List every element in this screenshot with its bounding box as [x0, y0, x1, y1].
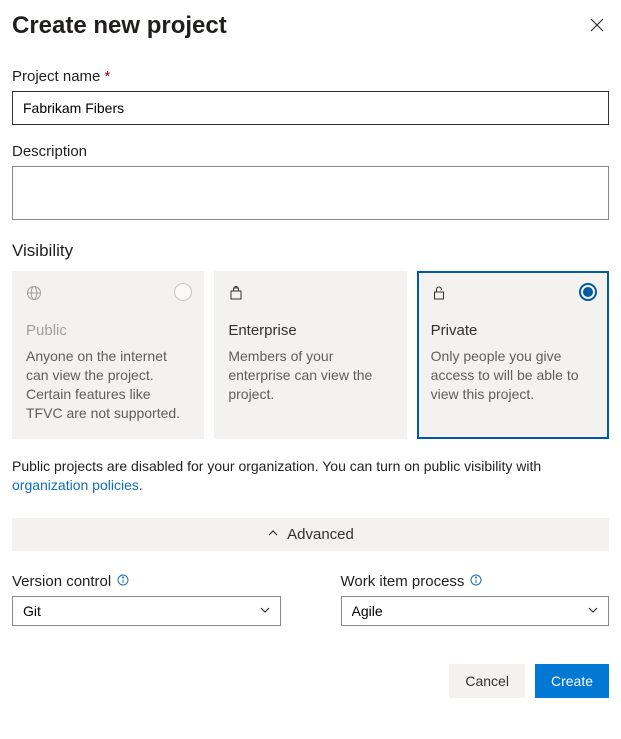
visibility-label: Visibility	[12, 241, 609, 261]
organization-policies-link[interactable]: organization policies	[12, 477, 139, 493]
visibility-card-public: Public Anyone on the internet can view t…	[12, 271, 204, 439]
info-icon[interactable]	[117, 573, 129, 590]
advanced-fields: Version control Git Work item process	[12, 573, 609, 626]
advanced-label: Advanced	[287, 526, 354, 543]
visibility-section: Visibility Public Anyone on the internet…	[12, 241, 609, 496]
dialog-header: Create new project	[12, 12, 609, 40]
project-name-group: Project name *	[12, 68, 609, 125]
version-control-group: Version control Git	[12, 573, 281, 626]
close-button[interactable]	[585, 14, 609, 38]
create-button[interactable]: Create	[535, 664, 609, 698]
globe-icon	[26, 285, 190, 304]
advanced-toggle[interactable]: Advanced	[12, 518, 609, 551]
visibility-card-title: Public	[26, 322, 190, 339]
dialog-title: Create new project	[12, 12, 227, 40]
visibility-card-desc: Anyone on the internet can view the proj…	[26, 347, 190, 423]
policy-note: Public projects are disabled for your or…	[12, 457, 609, 496]
visibility-card-private[interactable]: Private Only people you give access to w…	[417, 271, 609, 439]
visibility-card-title: Private	[431, 322, 595, 339]
visibility-cards: Public Anyone on the internet can view t…	[12, 271, 609, 439]
visibility-card-desc: Only people you give access to will be a…	[431, 347, 595, 404]
close-icon	[590, 18, 604, 35]
work-item-process-group: Work item process Agile	[341, 573, 610, 626]
visibility-card-desc: Members of your enterprise can view the …	[228, 347, 392, 404]
work-item-process-label: Work item process	[341, 573, 610, 590]
building-icon	[228, 285, 392, 304]
project-name-input[interactable]	[12, 91, 609, 125]
dialog-actions: Cancel Create	[12, 664, 609, 698]
work-item-process-select[interactable]: Agile	[341, 596, 610, 626]
description-input[interactable]	[12, 166, 609, 220]
version-control-label: Version control	[12, 573, 281, 590]
cancel-button[interactable]: Cancel	[449, 664, 525, 698]
description-label: Description	[12, 143, 609, 160]
description-group: Description	[12, 143, 609, 223]
radio-indicator-selected	[579, 283, 597, 301]
version-control-select[interactable]: Git	[12, 596, 281, 626]
project-name-label: Project name *	[12, 68, 609, 85]
lock-open-icon	[431, 285, 595, 304]
info-icon[interactable]	[470, 573, 482, 590]
visibility-card-title: Enterprise	[228, 322, 392, 339]
visibility-card-enterprise[interactable]: Enterprise Members of your enterprise ca…	[214, 271, 406, 439]
chevron-up-icon	[267, 526, 279, 542]
